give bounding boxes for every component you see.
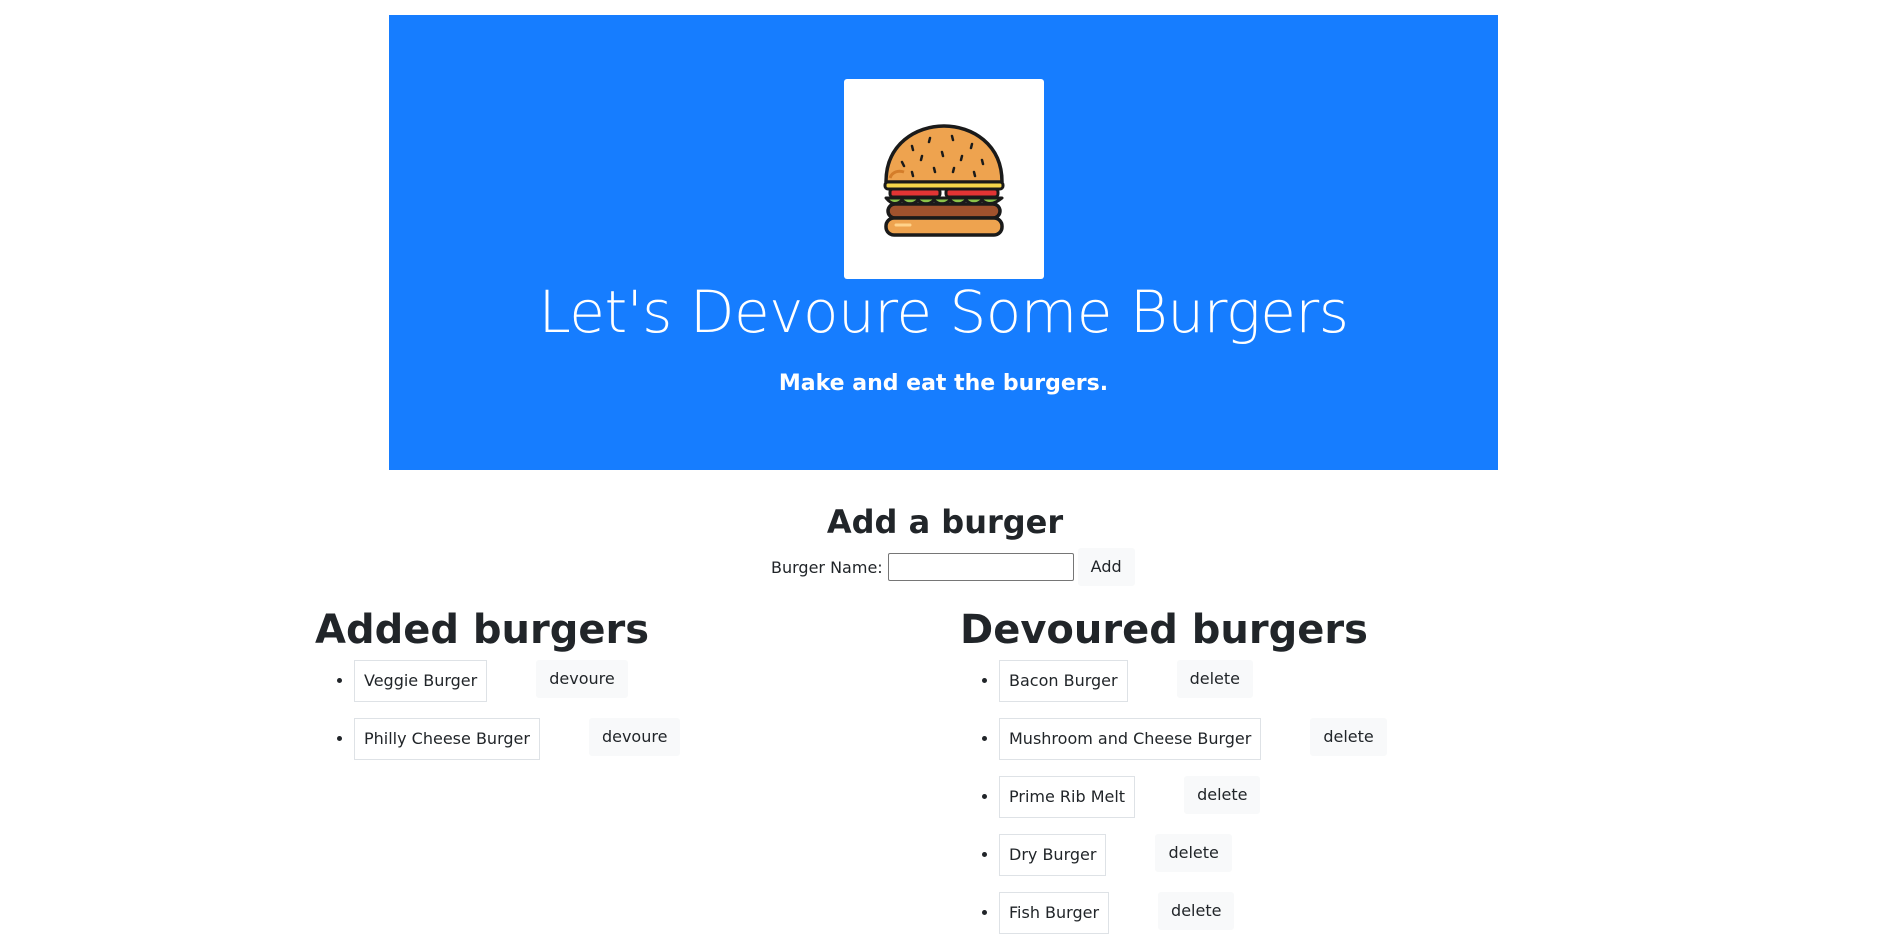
page-title: Let's Devoure Some Burgers — [538, 278, 1349, 346]
burger-name: Veggie Burger — [354, 660, 488, 702]
logo-box — [844, 79, 1044, 279]
list-item: Mushroom and Cheese Burger delete — [999, 718, 1387, 760]
burger-name: Bacon Burger — [999, 660, 1128, 702]
list-item: Dry Burger delete — [999, 834, 1387, 876]
burger-name-input[interactable] — [887, 553, 1074, 581]
devoure-button[interactable]: devoure — [588, 718, 681, 756]
burger-name: Prime Rib Melt — [999, 776, 1136, 818]
delete-button[interactable]: delete — [1176, 660, 1253, 698]
add-burger-form: Burger Name: Add — [771, 548, 1135, 586]
list-item: Prime Rib Melt delete — [999, 776, 1387, 818]
page-subtitle: Make and eat the burgers. — [778, 371, 1109, 396]
devoured-burgers-list: Bacon Burger delete Mushroom and Cheese … — [960, 660, 1387, 950]
burger-name: Dry Burger — [999, 834, 1107, 876]
list-item: Philly Cheese Burger devoure — [354, 718, 681, 760]
add-burger-heading: Add a burger — [826, 503, 1064, 541]
burger-name: Mushroom and Cheese Burger — [999, 718, 1262, 760]
burger-icon — [883, 124, 1005, 237]
burger-name-label: Burger Name: — [771, 557, 883, 577]
added-burgers-list: Veggie Burger devoure Philly Cheese Burg… — [315, 660, 681, 776]
list-item: Veggie Burger devoure — [354, 660, 680, 702]
burger-name: Philly Cheese Burger — [354, 718, 540, 760]
list-item: Bacon Burger delete — [999, 660, 1387, 702]
added-burgers-heading: Added burgers — [315, 607, 650, 653]
add-button[interactable]: Add — [1077, 548, 1135, 586]
list-item: Fish Burger delete — [999, 892, 1387, 934]
devoure-button[interactable]: devoure — [536, 660, 628, 698]
header-jumbotron: Let's Devoure Some Burgers Make and eat … — [389, 15, 1498, 470]
delete-button[interactable]: delete — [1158, 892, 1235, 930]
burger-name: Fish Burger — [999, 892, 1110, 934]
devoured-burgers-heading: Devoured burgers — [960, 607, 1368, 653]
delete-button[interactable]: delete — [1155, 834, 1232, 872]
delete-button[interactable]: delete — [1310, 718, 1387, 756]
delete-button[interactable]: delete — [1184, 776, 1261, 814]
